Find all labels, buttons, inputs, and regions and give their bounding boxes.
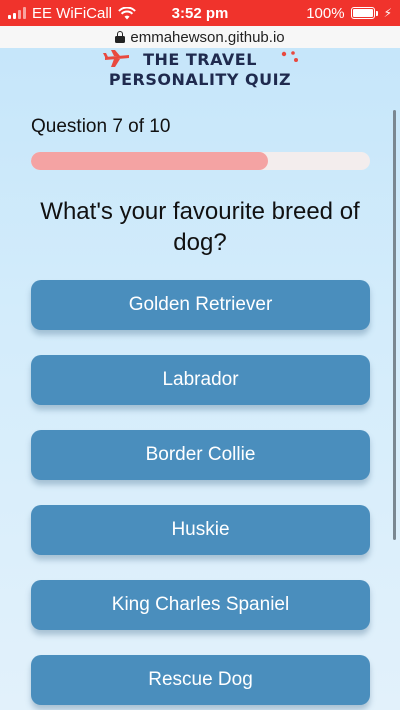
answer-button-huskie[interactable]: Huskie bbox=[31, 505, 370, 555]
battery-group: 100% ⚡ bbox=[306, 5, 392, 22]
answer-button-golden-retriever[interactable]: Golden Retriever bbox=[31, 280, 370, 330]
site-title-line2: PERSONALITY QUIZ bbox=[108, 70, 292, 89]
carrier-label: EE WiFiCall bbox=[32, 4, 113, 22]
carrier-group: EE WiFiCall bbox=[8, 5, 136, 22]
answer-button-king-charles-spaniel[interactable]: King Charles Spaniel bbox=[31, 580, 370, 630]
answer-button-border-collie[interactable]: Border Collie bbox=[31, 430, 370, 480]
question-text: What's your favourite breed of dog? bbox=[40, 198, 360, 256]
signal-icon bbox=[8, 7, 26, 19]
lock-icon bbox=[115, 31, 126, 43]
site-title: THE TRAVEL PERSONALITY QUIZ bbox=[0, 50, 400, 90]
progress-bar-fill bbox=[31, 152, 269, 170]
scrollbar[interactable] bbox=[393, 110, 396, 540]
battery-icon bbox=[350, 7, 378, 19]
url-text: emmahewson.github.io bbox=[130, 28, 285, 46]
quiz-page: THE TRAVEL PERSONALITY QUIZ Question 7 o… bbox=[0, 48, 400, 710]
battery-percentage: 100% bbox=[306, 4, 345, 22]
charging-icon: ⚡ bbox=[383, 6, 392, 20]
site-title-line1: THE TRAVEL bbox=[143, 50, 257, 69]
progress-bar bbox=[31, 152, 370, 170]
status-bar: EE WiFiCall 3:52 pm 100% ⚡ bbox=[0, 0, 400, 26]
address-bar[interactable]: emmahewson.github.io bbox=[0, 26, 400, 48]
question-counter: Question 7 of 10 bbox=[31, 116, 171, 137]
wifi-icon bbox=[118, 6, 136, 19]
answer-list: Golden Retriever Labrador Border Collie … bbox=[31, 280, 370, 710]
answer-button-labrador[interactable]: Labrador bbox=[31, 355, 370, 405]
answer-button-rescue-dog[interactable]: Rescue Dog bbox=[31, 655, 370, 705]
site-header: THE TRAVEL PERSONALITY QUIZ bbox=[0, 48, 400, 94]
